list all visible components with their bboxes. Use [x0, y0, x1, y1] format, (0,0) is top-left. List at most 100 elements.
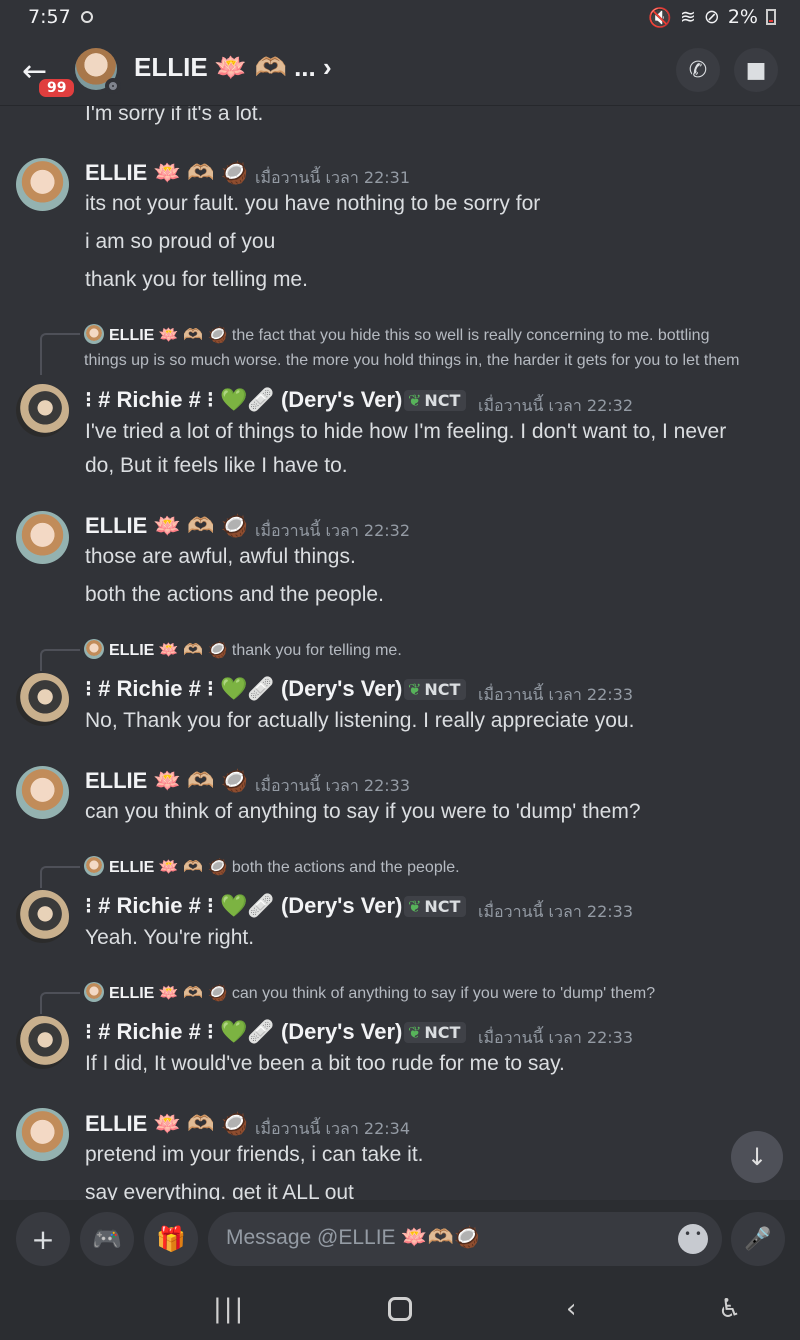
- offline-status-icon: [105, 78, 121, 94]
- system-nav-bar: ||| ‹ ♿: [0, 1278, 800, 1340]
- reply-text: the fact that you hide this so well is r…: [231, 327, 710, 344]
- jump-to-bottom-button[interactable]: ↓: [731, 1131, 783, 1183]
- message-author[interactable]: ⁝ # Richie # ⁝ 💚🩹 (Dery's Ver): [85, 1019, 402, 1045]
- message-text: can you think of anything to say if you …: [85, 800, 641, 823]
- reply-connector: [40, 333, 80, 375]
- message-author[interactable]: ⁝ # Richie # ⁝ 💚🩹 (Dery's Ver): [85, 387, 402, 413]
- message-timestamp: เมื่อวานนี้ เวลา 22:32: [255, 521, 410, 540]
- message-text: thank you for telling me.: [85, 268, 308, 291]
- avatar[interactable]: [16, 384, 69, 437]
- server-tag: ❦ NCT: [404, 679, 467, 700]
- phone-icon: ✆: [688, 57, 708, 83]
- reply-text: both the actions and the people.: [231, 859, 460, 876]
- battery-level: 2%: [727, 6, 758, 28]
- recent-apps-icon[interactable]: |||: [213, 1294, 245, 1324]
- message-text: its not your fault. you have nothing to …: [85, 192, 541, 215]
- accessibility-icon[interactable]: ♿: [718, 1294, 741, 1324]
- plus-icon: +: [31, 1222, 55, 1256]
- avatar[interactable]: [16, 673, 69, 726]
- message-timestamp: เมื่อวานนี้ เวลา 22:33: [478, 902, 633, 921]
- message-timestamp: เมื่อวานนี้ เวลา 22:33: [478, 685, 633, 704]
- message-author[interactable]: ELLIE 🪷 🫶🏼 🥥: [85, 1111, 248, 1137]
- home-icon[interactable]: [388, 1297, 412, 1321]
- chat-title[interactable]: ELLIE 🪷 🫶🏼 ... ›: [134, 52, 332, 83]
- status-bar: 7:57 🔇 ≋ ⊘ 2%: [0, 0, 800, 34]
- leaf-icon: ❦: [408, 680, 422, 699]
- message-text: Yeah. You're right.: [85, 926, 255, 949]
- wifi-icon: ≋: [680, 6, 696, 28]
- message-placeholder: Message @ELLIE 🪷🫶🏼🥥: [226, 1226, 480, 1249]
- arrow-down-icon: ↓: [746, 1143, 768, 1171]
- reply-avatar: [84, 856, 104, 876]
- message-text: say everything. get it ALL out: [85, 1181, 354, 1200]
- message-author[interactable]: ⁝ # Richie # ⁝ 💚🩹 (Dery's Ver): [85, 676, 402, 702]
- reply-avatar: [84, 639, 104, 659]
- reply-author: ELLIE 🪷 🫶🏼 🥥: [109, 327, 228, 344]
- server-tag: ❦ NCT: [404, 390, 467, 411]
- header-avatar[interactable]: [75, 48, 121, 94]
- dnd-icon: ⊘: [703, 6, 720, 28]
- add-attachment-button[interactable]: +: [16, 1212, 70, 1266]
- leaf-icon: ❦: [408, 1023, 422, 1042]
- reply-preview[interactable]: ELLIE 🪷 🫶🏼 🥥 the fact that you hide this…: [84, 323, 709, 348]
- unread-badge: 99: [36, 76, 78, 100]
- message-timestamp: เมื่อวานนี้ เวลา 22:32: [478, 396, 633, 415]
- microphone-icon: 🎤: [744, 1226, 772, 1252]
- message-timestamp: เมื่อวานนี้ เวลา 22:34: [255, 1119, 410, 1138]
- message-list[interactable]: I'm sorry if it's a lot. ELLIE 🪷 🫶🏼 🥥 เม…: [0, 106, 800, 1200]
- message-author[interactable]: ⁝ # Richie # ⁝ 💚🩹 (Dery's Ver): [85, 893, 402, 919]
- gift-icon: 🎁: [156, 1225, 186, 1253]
- reply-author: ELLIE 🪷 🫶🏼 🥥: [109, 985, 228, 1002]
- message-author[interactable]: ELLIE 🪷 🫶🏼 🥥: [85, 160, 248, 186]
- status-time: 7:57: [28, 6, 71, 28]
- battery-icon: [766, 9, 776, 25]
- voice-message-button[interactable]: 🎤: [731, 1212, 785, 1266]
- reply-text: can you think of anything to say if you …: [231, 985, 656, 1002]
- status-dot-icon: [80, 11, 93, 23]
- reply-connector: [40, 992, 80, 1014]
- message-text: i am so proud of you: [85, 230, 276, 253]
- avatar[interactable]: [16, 511, 69, 564]
- message-text: pretend im your friends, i can take it.: [85, 1143, 424, 1166]
- message-input[interactable]: Message @ELLIE 🪷🫶🏼🥥: [208, 1212, 722, 1266]
- leaf-icon: ❦: [408, 897, 422, 916]
- nav-back-icon[interactable]: ‹: [566, 1294, 576, 1324]
- message-text: both the actions and the people.: [85, 583, 384, 606]
- server-tag: ❦ NCT: [404, 896, 467, 917]
- leaf-icon: ❦: [408, 391, 422, 410]
- reply-avatar: [84, 982, 104, 1002]
- gift-button[interactable]: 🎁: [144, 1212, 198, 1266]
- emoji-picker-icon[interactable]: [678, 1224, 708, 1254]
- avatar[interactable]: [16, 158, 69, 211]
- reply-text: thank you for telling me.: [231, 642, 402, 659]
- voice-call-button[interactable]: ✆: [676, 48, 720, 92]
- reply-preview[interactable]: ELLIE 🪷 🫶🏼 🥥 thank you for telling me.: [84, 638, 402, 663]
- activities-button[interactable]: 🎮: [80, 1212, 134, 1266]
- avatar[interactable]: [16, 890, 69, 943]
- video-call-button[interactable]: ■: [734, 48, 778, 92]
- avatar[interactable]: [16, 766, 69, 819]
- reply-preview[interactable]: ELLIE 🪷 🫶🏼 🥥 both the actions and the pe…: [84, 855, 460, 880]
- message-author[interactable]: ELLIE 🪷 🫶🏼 🥥: [85, 513, 248, 539]
- reply-text-continued: things up is so much worse. the more you…: [84, 352, 740, 369]
- reply-avatar: [84, 324, 104, 344]
- server-tag: ❦ NCT: [404, 1022, 467, 1043]
- reply-connector: [40, 649, 80, 671]
- mute-icon: 🔇: [648, 6, 672, 29]
- message-text: I'm sorry if it's a lot.: [85, 106, 264, 125]
- message-text: I've tried a lot of things to hide how I…: [85, 420, 727, 443]
- reply-author: ELLIE 🪷 🫶🏼 🥥: [109, 859, 228, 876]
- reply-preview[interactable]: ELLIE 🪷 🫶🏼 🥥 can you think of anything t…: [84, 981, 655, 1006]
- message-text: If I did, It would've been a bit too rud…: [85, 1052, 565, 1075]
- camera-icon: ■: [745, 57, 767, 83]
- message-timestamp: เมื่อวานนี้ เวลา 22:33: [255, 776, 410, 795]
- message-timestamp: เมื่อวานนี้ เวลา 22:33: [478, 1028, 633, 1047]
- reply-author: ELLIE 🪷 🫶🏼 🥥: [109, 642, 228, 659]
- message-text: do, But it feels like I have to.: [85, 454, 348, 477]
- message-text: those are awful, awful things.: [85, 545, 356, 568]
- message-text: No, Thank you for actually listening. I …: [85, 709, 635, 732]
- avatar[interactable]: [16, 1108, 69, 1161]
- message-author[interactable]: ELLIE 🪷 🫶🏼 🥥: [85, 768, 248, 794]
- gamepad-icon: 🎮: [92, 1225, 122, 1253]
- avatar[interactable]: [16, 1016, 69, 1069]
